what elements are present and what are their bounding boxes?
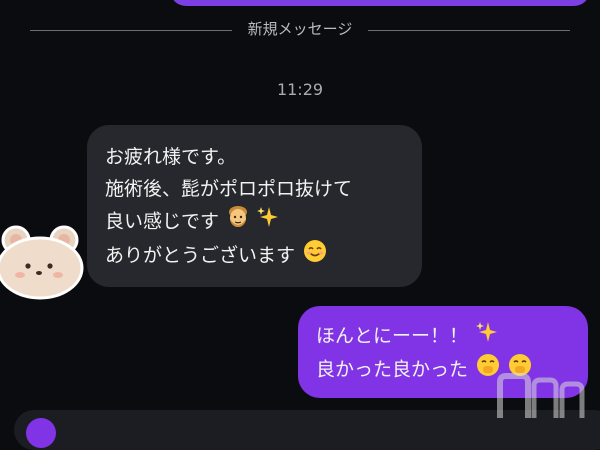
site-logo-watermark: [494, 372, 590, 422]
new-messages-divider: 新規メッセージ: [30, 22, 571, 37]
message-timestamp: 11:29: [276, 80, 324, 99]
smiling-face-emoji: [303, 239, 327, 273]
message-line: 施術後、髭がポロポロ抜けて: [105, 178, 353, 200]
message-line: お疲れ様です。: [105, 146, 237, 168]
divider-line-right: [368, 30, 571, 31]
divider-line-left: [30, 30, 232, 31]
man-face-emoji: [227, 205, 249, 239]
sparkles-emoji: [476, 321, 498, 353]
sparkles-emoji: [257, 206, 279, 238]
bear-sticker-icon[interactable]: [0, 224, 86, 300]
camera-button[interactable]: [26, 418, 56, 448]
message-line: ほんとにーー！！: [316, 320, 570, 353]
message-line: 良い感じです: [105, 205, 404, 239]
incoming-message-bubble[interactable]: お疲れ様です。 施術後、髭がポロポロ抜けて 良い感じです ありがとうございます: [87, 125, 422, 287]
divider-label: 新規メッセージ: [247, 20, 353, 38]
message-line: ありがとうございます: [105, 239, 404, 273]
previous-outgoing-bubble: [170, 0, 590, 6]
